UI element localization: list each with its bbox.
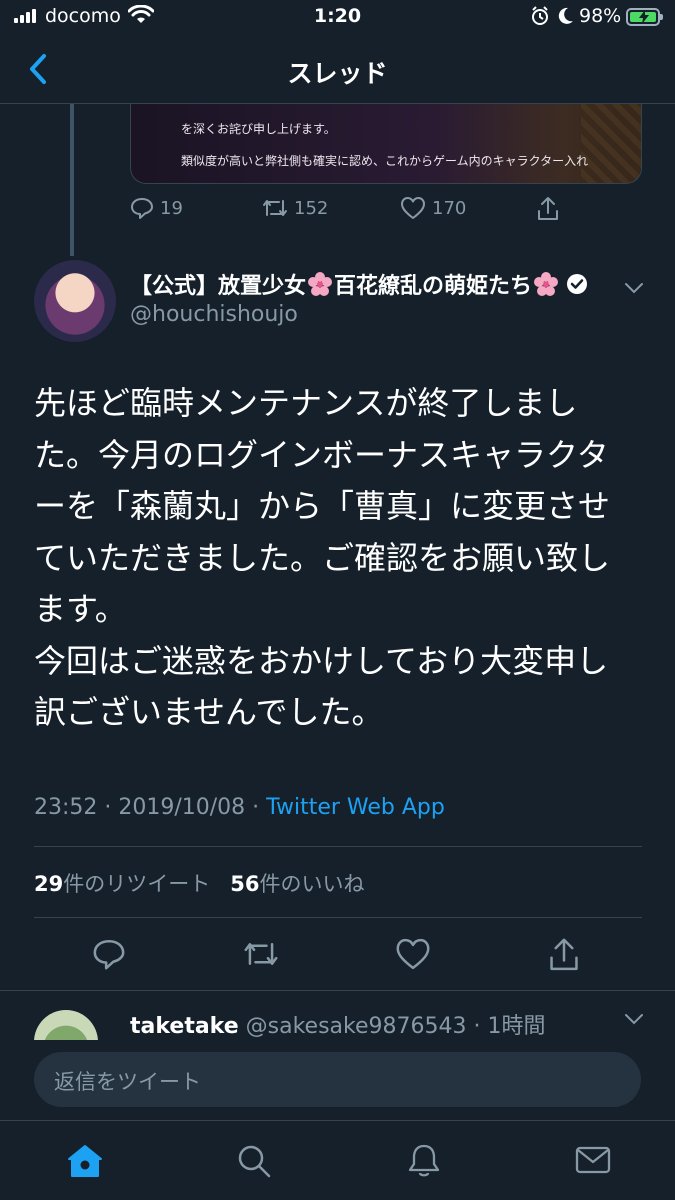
tweet-text: 先ほど臨時メンテナンスが終了しまし た。今月のログインボーナスキャラクタ ーを「… (34, 378, 644, 739)
tweet-meta: 23:52 · 2019/10/08 · Twitter Web App (34, 795, 445, 820)
tweet-text-line: 先ほど臨時メンテナンスが終了しまし (34, 384, 578, 422)
previous-tweet-actions: 19 152 170 (130, 196, 570, 226)
author-name[interactable]: 【公式】放置少女 百花繚乱の萌姫たち (130, 268, 588, 300)
header: スレッド (0, 34, 675, 104)
author-handle[interactable]: @houchishoujo (130, 302, 298, 327)
tweet-text-line: ていただきました。ご確認をお願い致し (34, 538, 611, 577)
tweet-timestamp: 23:52 · 2019/10/08 · (34, 795, 267, 820)
divider (34, 917, 642, 918)
likes-stat[interactable]: 56件のいいね (230, 872, 364, 896)
verified-badge-icon (567, 274, 588, 294)
share-action[interactable] (536, 196, 566, 222)
page-title: スレッド (287, 59, 388, 88)
tweet-text-line: 今回はご迷惑をおかけしており大変申し (34, 641, 609, 680)
reply-bar: 返信をツイート (0, 1040, 675, 1120)
battery-percent: 98% (579, 5, 622, 27)
like-action[interactable]: 170 (400, 196, 466, 220)
author-avatar[interactable] (34, 260, 116, 342)
reply-handle-time: @sakesake9876543 · 1時間 (238, 1014, 546, 1039)
reply-author-name: taketake (130, 1014, 239, 1039)
heart-icon (401, 197, 425, 219)
retweet-count: 152 (294, 197, 329, 219)
reply-action[interactable]: 19 (130, 196, 183, 220)
media-decoration (581, 104, 641, 183)
media-text-line: を深くお詫び申し上げます。 (181, 122, 336, 136)
media-text-line: 類似度が高いと弊社側も確実に認め、これからゲーム内のキャラクター入れ (181, 154, 589, 168)
reply-input[interactable]: 返信をツイート (34, 1052, 641, 1107)
like-count: 170 (432, 197, 467, 219)
tweet-text-line: た。今月のログインボーナスキャラクタ (34, 435, 609, 474)
tweet-stats: 29件のリツイート 56件のいいね (34, 868, 365, 898)
cherry-blossom-icon (534, 272, 559, 296)
tweet-source-link[interactable]: Twitter Web App (266, 795, 445, 820)
moon-icon (558, 7, 573, 24)
tweet-text-line: ーを「森蘭丸」から「曹真」に変更させ (34, 487, 611, 525)
author-name-part: 【公式】放置少女 (130, 274, 307, 299)
search-icon[interactable] (236, 1143, 272, 1179)
retweet-icon[interactable] (243, 937, 279, 971)
author-name-part: 百花繚乱の萌姫たち (334, 274, 533, 299)
status-bar: docomo 1:20 98% (0, 0, 675, 34)
tweet-text-line: ます。 (34, 590, 127, 628)
notifications-icon[interactable] (406, 1143, 442, 1179)
tab-bar (0, 1120, 675, 1200)
heart-icon[interactable] (395, 937, 431, 971)
divider (34, 846, 642, 847)
reply-icon[interactable] (92, 937, 126, 971)
share-icon[interactable] (547, 937, 581, 973)
chevron-down-icon[interactable] (624, 281, 644, 295)
share-icon (538, 197, 558, 220)
reply-author[interactable]: taketake @sakesake9876543 · 1時間 (130, 1008, 545, 1040)
retweets-number: 29 (34, 872, 64, 896)
divider (0, 990, 675, 991)
reply-placeholder: 返信をツイート (54, 1070, 201, 1094)
battery-icon (626, 8, 663, 26)
retweet-icon (263, 200, 287, 216)
likes-label: 件のいいね (259, 872, 365, 896)
reply-count: 19 (160, 197, 183, 219)
cherry-blossom-icon (308, 272, 333, 296)
likes-number: 56 (230, 872, 260, 896)
home-icon[interactable] (66, 1143, 104, 1179)
retweets-stat[interactable]: 29件のリツイート (34, 872, 210, 896)
retweets-label: 件のリツイート (63, 872, 211, 896)
chevron-down-icon[interactable] (624, 1012, 644, 1026)
reply-icon (131, 198, 153, 219)
alarm-icon (532, 6, 548, 25)
retweet-action[interactable]: 152 (262, 196, 328, 220)
tweet-text-line: 訳ございませんでした。 (34, 693, 384, 731)
messages-icon[interactable] (574, 1143, 612, 1177)
thread-connector (70, 104, 74, 256)
previous-tweet-media[interactable]: を深くお詫び申し上げます。 類似度が高いと弊社側も確実に認め、これからゲーム内の… (130, 104, 642, 184)
